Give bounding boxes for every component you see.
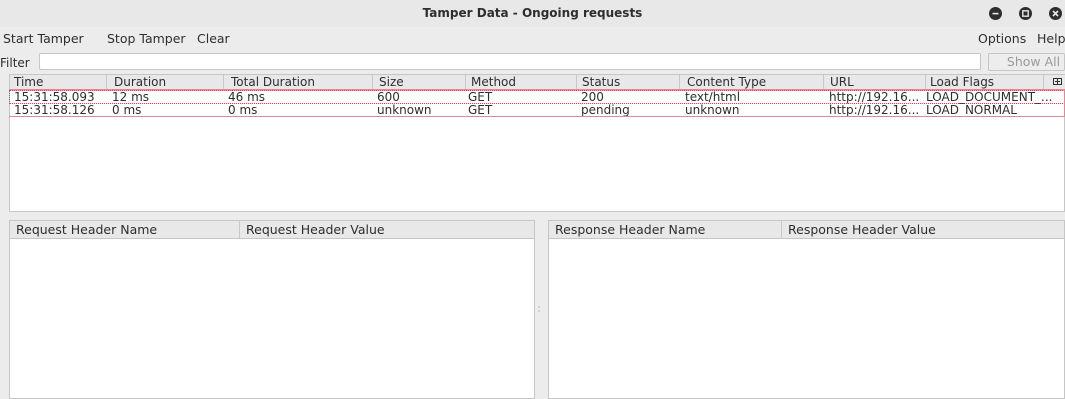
column-header-request-name[interactable]: Request Header Name bbox=[10, 221, 240, 238]
cell-duration: 12 ms bbox=[112, 90, 150, 104]
maximize-button[interactable] bbox=[1019, 7, 1032, 20]
title-bar: Tamper Data - Ongoing requests bbox=[0, 0, 1065, 27]
clear-menu[interactable]: Clear bbox=[197, 31, 230, 46]
cell-size: unknown bbox=[377, 103, 432, 117]
response-headers-pane: Response Header Name Response Header Val… bbox=[548, 220, 1065, 399]
start-tamper-menu[interactable]: Start Tamper bbox=[3, 31, 84, 46]
close-icon bbox=[1052, 10, 1059, 17]
cell-status: pending bbox=[581, 103, 630, 117]
cell-duration: 0 ms bbox=[112, 103, 142, 117]
cell-time: 15:31:58.093 bbox=[14, 90, 95, 104]
cell-total-duration: 0 ms bbox=[228, 103, 258, 117]
table-row[interactable]: 15:31:58.093 12 ms 46 ms 600 GET 200 tex… bbox=[9, 90, 1065, 104]
maximize-icon bbox=[1022, 10, 1029, 17]
requests-table: Time Duration Total Duration Size Method… bbox=[9, 74, 1065, 212]
filter-label: Filter bbox=[0, 56, 30, 70]
left-edge bbox=[0, 74, 9, 399]
column-header-time[interactable]: Time bbox=[10, 75, 107, 90]
requests-table-header: Time Duration Total Duration Size Method… bbox=[10, 75, 1065, 91]
column-header-response-value[interactable]: Response Header Value bbox=[782, 221, 1065, 238]
window-title: Tamper Data - Ongoing requests bbox=[422, 6, 643, 20]
column-header-request-value[interactable]: Request Header Value bbox=[240, 221, 534, 238]
request-headers-pane: Request Header Name Request Header Value bbox=[9, 220, 535, 399]
cell-url: http://192.16... bbox=[829, 90, 920, 104]
cell-content-type: text/html bbox=[685, 90, 741, 104]
horizontal-splitter[interactable] bbox=[0, 213, 1065, 218]
table-row[interactable]: 15:31:58.126 0 ms 0 ms unknown GET pendi… bbox=[10, 103, 1064, 117]
filter-bar: Filter Show All bbox=[0, 52, 1065, 74]
column-header-method[interactable]: Method bbox=[466, 75, 577, 90]
column-header-load-flags[interactable]: Load Flags bbox=[926, 75, 1044, 90]
cell-status: 200 bbox=[581, 90, 604, 104]
cell-total-duration: 46 ms bbox=[228, 90, 266, 104]
minimize-button[interactable] bbox=[989, 7, 1002, 20]
stop-tamper-menu[interactable]: Stop Tamper bbox=[107, 31, 186, 46]
filter-input[interactable] bbox=[39, 53, 981, 70]
cell-url: http://192.16... bbox=[829, 103, 920, 117]
close-button[interactable] bbox=[1049, 7, 1062, 20]
cell-method: GET bbox=[468, 103, 493, 117]
column-header-total-duration[interactable]: Total Duration bbox=[224, 75, 373, 90]
menu-bar: Start Tamper Stop Tamper Clear Options H… bbox=[0, 28, 1065, 50]
cell-size: 600 bbox=[377, 90, 400, 104]
show-all-button[interactable]: Show All bbox=[988, 53, 1065, 71]
column-header-status[interactable]: Status bbox=[577, 75, 680, 90]
column-header-size[interactable]: Size bbox=[373, 75, 466, 90]
column-picker-icon[interactable] bbox=[1053, 77, 1062, 86]
vertical-splitter-grip[interactable] bbox=[537, 305, 541, 313]
column-header-response-name[interactable]: Response Header Name bbox=[549, 221, 782, 238]
cell-method: GET bbox=[468, 90, 493, 104]
request-headers-header: Request Header Name Request Header Value bbox=[10, 221, 534, 239]
column-header-duration[interactable]: Duration bbox=[107, 75, 224, 90]
cell-load-flags: LOAD_NORMAL bbox=[926, 103, 1017, 117]
response-headers-header: Response Header Name Response Header Val… bbox=[549, 221, 1064, 239]
cell-load-flags: LOAD_DOCUMENT_... bbox=[926, 90, 1053, 104]
minimize-icon bbox=[992, 12, 999, 15]
column-header-content-type[interactable]: Content Type bbox=[680, 75, 824, 90]
cell-content-type: unknown bbox=[685, 103, 740, 117]
column-header-url[interactable]: URL bbox=[824, 75, 926, 90]
cell-time: 15:31:58.126 bbox=[14, 103, 95, 117]
help-menu[interactable]: Help bbox=[1037, 31, 1065, 46]
options-menu[interactable]: Options bbox=[978, 31, 1026, 46]
